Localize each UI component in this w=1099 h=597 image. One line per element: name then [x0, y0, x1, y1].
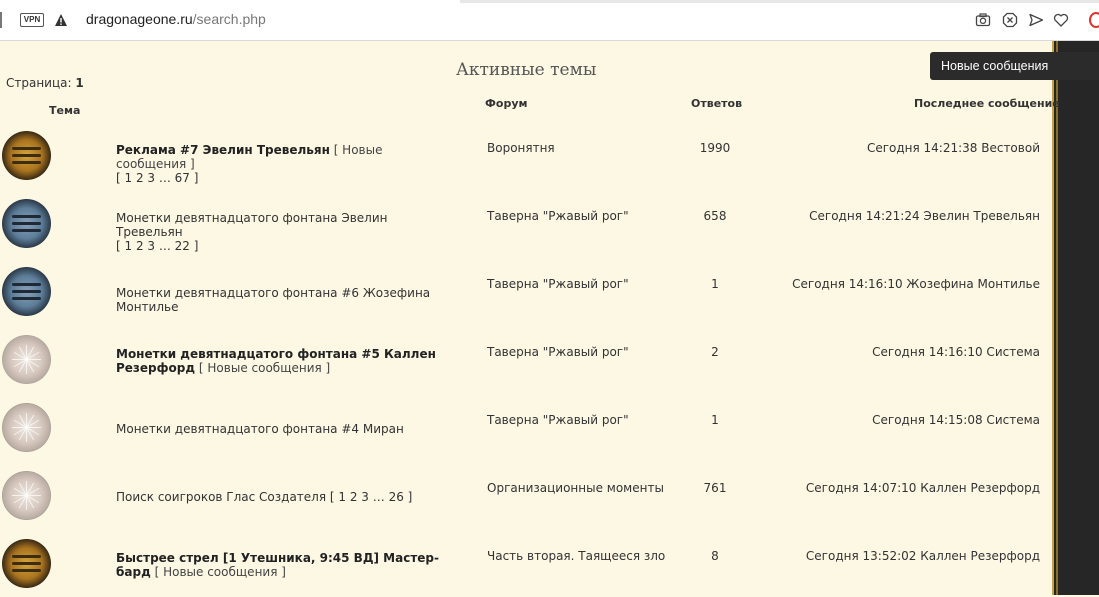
pager: Страница: 1: [6, 76, 84, 90]
table-row: Поиск соигроков Глас Создателя [ 1 2 3 ……: [0, 461, 1050, 529]
replies-count: 1990: [699, 141, 731, 155]
gold-wave-icon: [2, 539, 51, 588]
browser-toolbar: VPN dragonageone.ru/search.php: [0, 0, 1099, 41]
vpn-badge[interactable]: VPN: [20, 13, 44, 27]
heart-icon[interactable]: [1053, 12, 1069, 28]
table-row: Реклама #7 Эвелин Тревельян [ Новые сооб…: [0, 121, 1050, 189]
topic-cell: Быстрее стрел [1 Утешника, 9:45 ВД] Маст…: [116, 551, 456, 579]
topic-cell: Монетки девятнадцатого фонтана #5 Каллен…: [116, 347, 456, 375]
last-post[interactable]: Сегодня 14:21:24 Эвелин Тревельян: [809, 209, 1040, 223]
table-row: Монетки девятнадцатого фонтана #5 Каллен…: [0, 325, 1050, 393]
topic-link[interactable]: Монетки девятнадцатого фонтана #4 Миран: [116, 422, 404, 436]
replies-count: 1: [711, 413, 719, 427]
tab-strip: [0, 0, 1099, 3]
pager-label: Страница:: [6, 76, 72, 90]
topic-cell: Монетки девятнадцатого фонтана #6 Жозефи…: [116, 286, 456, 314]
opera-menu-icon[interactable]: [1089, 12, 1099, 28]
topic-link[interactable]: Монетки девятнадцатого фонтана #6 Жозефи…: [116, 286, 430, 314]
url-path: /search.php: [192, 11, 266, 27]
page-links[interactable]: [ 1 2 3 … 67 ]: [116, 171, 198, 185]
replies-count: 761: [703, 481, 727, 495]
replies-count: 2: [711, 345, 719, 359]
forum-link[interactable]: Воронятня: [487, 141, 555, 155]
topic-link[interactable]: Монетки девятнадцатого фонтана Эвелин Тр…: [116, 211, 388, 239]
topic-link[interactable]: Реклама #7 Эвелин Тревельян: [116, 143, 330, 157]
last-post[interactable]: Сегодня 14:07:10 Каллен Резерфорд: [806, 481, 1040, 495]
column-header-forum: Форум: [485, 97, 528, 110]
pale-rays-icon: [2, 403, 51, 452]
last-post[interactable]: Сегодня 14:16:10 Система: [872, 345, 1040, 359]
pager-current[interactable]: 1: [75, 76, 83, 90]
topic-link[interactable]: Поиск соигроков Глас Создателя: [116, 490, 326, 504]
forum-link[interactable]: Часть вторая. Таящееся зло: [487, 549, 665, 563]
forum-link[interactable]: Таверна "Ржавый рог": [487, 345, 629, 359]
last-post[interactable]: Сегодня 14:16:10 Жозефина Монтилье: [792, 277, 1040, 291]
pale-rays-icon: [2, 335, 51, 384]
forum-link[interactable]: Таверна "Ржавый рог": [487, 413, 629, 427]
new-posts-link[interactable]: [ Новые сообщения ]: [155, 565, 286, 579]
url-domain: dragonageone.ru: [86, 11, 193, 27]
column-header-replies: Ответов: [691, 97, 743, 110]
camera-icon[interactable]: [975, 12, 991, 28]
last-post[interactable]: Сегодня 14:21:38 Вестовой: [867, 141, 1040, 155]
replies-count: 1: [711, 277, 719, 291]
warning-icon[interactable]: [54, 13, 68, 27]
new-posts-link[interactable]: [ Новые сообщения ]: [199, 361, 330, 375]
replies-count: 658: [703, 209, 727, 223]
topic-cell: Монетки девятнадцатого фонтана Эвелин Тр…: [116, 211, 456, 253]
decorative-sidebar: [1052, 41, 1099, 595]
adblock-icon[interactable]: [1002, 12, 1018, 28]
blue-wave-icon: [2, 267, 51, 316]
topic-cell: Реклама #7 Эвелин Тревельян [ Новые сооб…: [116, 143, 456, 185]
topic-cell: Монетки девятнадцатого фонтана #4 Миран: [116, 422, 456, 436]
forum-link[interactable]: Организационные моменты: [487, 481, 664, 495]
page-title: Активные темы: [456, 60, 597, 80]
column-header-topic: Тема: [49, 104, 81, 117]
table-row: Быстрее стрел [1 Утешника, 9:45 ВД] Маст…: [0, 529, 1050, 597]
topic-cell: Поиск соигроков Глас Создателя [ 1 2 3 ……: [116, 490, 456, 504]
gold-wave-icon: [2, 131, 51, 180]
replies-count: 8: [711, 549, 719, 563]
table-row: Монетки девятнадцатого фонтана #4 Миран Т…: [0, 393, 1050, 461]
back-edge-icon[interactable]: [0, 12, 2, 28]
address-bar[interactable]: dragonageone.ru/search.php: [86, 11, 266, 27]
table-row: Монетки девятнадцатого фонтана #6 Жозефи…: [0, 257, 1050, 325]
last-post[interactable]: Сегодня 14:15:08 Система: [872, 413, 1040, 427]
page-links[interactable]: [ 1 2 3 … 22 ]: [116, 239, 198, 253]
forum-link[interactable]: Таверна "Ржавый рог": [487, 209, 629, 223]
column-header-last-post: Последнее сообщение: [914, 97, 1060, 110]
send-icon[interactable]: [1028, 12, 1044, 28]
table-row: Монетки девятнадцатого фонтана Эвелин Тр…: [0, 189, 1050, 257]
pale-rays-icon: [2, 471, 51, 520]
last-post[interactable]: Сегодня 13:52:02 Каллен Резерфорд: [806, 549, 1040, 563]
page-links[interactable]: [ 1 2 3 … 26 ]: [330, 490, 412, 504]
forum-link[interactable]: Таверна "Ржавый рог": [487, 277, 629, 291]
tooltip: Новые сообщения: [930, 52, 1099, 80]
blue-wave-icon: [2, 199, 51, 248]
